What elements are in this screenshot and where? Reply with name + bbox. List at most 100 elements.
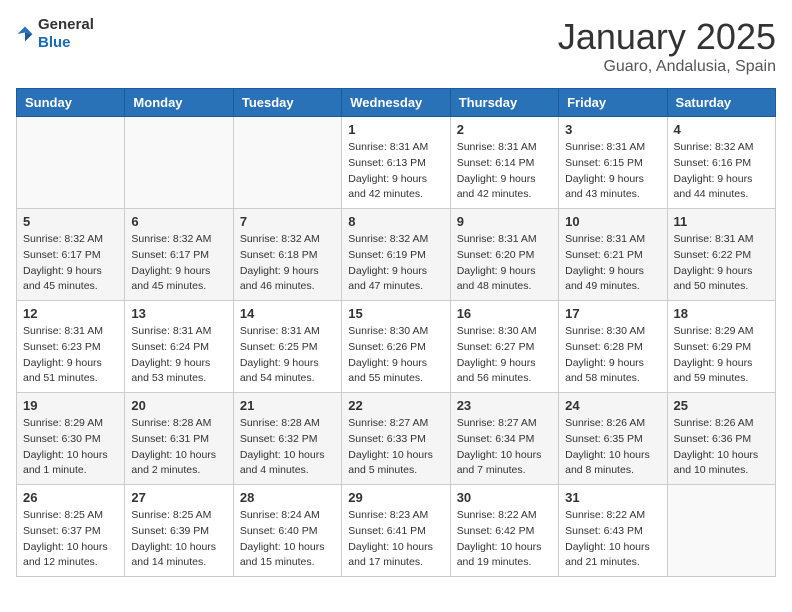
day-info: Sunrise: 8:27 AM Sunset: 6:34 PM Dayligh… [457,416,552,479]
day-info: Sunrise: 8:31 AM Sunset: 6:25 PM Dayligh… [240,324,335,387]
day-number: 11 [674,214,769,229]
calendar-cell: 13Sunrise: 8:31 AM Sunset: 6:24 PM Dayli… [125,301,233,393]
calendar-table: SundayMondayTuesdayWednesdayThursdayFrid… [16,88,776,577]
calendar-cell: 4 Sunrise: 8:32 AM Sunset: 6:16 PM Daylig… [667,117,775,209]
logo: General Blue [16,16,94,52]
calendar-cell: 20Sunrise: 8:28 AM Sunset: 6:31 PM Dayli… [125,393,233,485]
calendar-cell [233,117,341,209]
day-number: 15 [348,306,443,321]
day-number: 31 [565,490,660,505]
column-header-wednesday: Wednesday [342,89,450,117]
calendar-cell: 28 Sunrise: 8:24 AM Sunset: 6:40 PM Dayli… [233,485,341,577]
day-number: 2 [457,122,552,137]
day-info: Sunrise: 8:31 AM Sunset: 6:23 PM Dayligh… [23,324,118,387]
day-number: 29 [348,490,443,505]
day-number: 1 [348,122,443,137]
day-number: 16 [457,306,552,321]
calendar-cell [17,117,125,209]
column-header-sunday: Sunday [17,89,125,117]
calendar-cell: 10 Sunrise: 8:31 AM Sunset: 6:21 PM Dayli… [559,209,667,301]
day-number: 5 [23,214,118,229]
logo-icon [16,25,34,43]
calendar-cell: 26 Sunrise: 8:25 AM Sunset: 6:37 PM Dayli… [17,485,125,577]
column-header-monday: Monday [125,89,233,117]
day-info: Sunrise: 8:32 AM Sunset: 6:16 PM Dayligh… [674,140,769,203]
calendar-subtitle: Guaro, Andalusia, Spain [558,58,776,76]
calendar-cell [667,485,775,577]
calendar-cell: 21 Sunrise: 8:28 AM Sunset: 6:32 PM Dayli… [233,393,341,485]
calendar-cell: 30Sunrise: 8:22 AM Sunset: 6:42 PM Dayli… [450,485,558,577]
day-info: Sunrise: 8:32 AM Sunset: 6:18 PM Dayligh… [240,232,335,295]
week-row-2: 5 Sunrise: 8:32 AM Sunset: 6:17 PM Daylig… [17,209,776,301]
calendar-cell: 19Sunrise: 8:29 AM Sunset: 6:30 PM Dayli… [17,393,125,485]
calendar-cell: 24 Sunrise: 8:26 AM Sunset: 6:35 PM Dayli… [559,393,667,485]
day-number: 21 [240,398,335,413]
calendar-cell: 17 Sunrise: 8:30 AM Sunset: 6:28 PM Dayli… [559,301,667,393]
calendar-cell: 14 Sunrise: 8:31 AM Sunset: 6:25 PM Dayli… [233,301,341,393]
logo-text-blue: Blue [38,34,71,51]
day-number: 24 [565,398,660,413]
calendar-cell: 29 Sunrise: 8:23 AM Sunset: 6:41 PM Dayli… [342,485,450,577]
day-number: 6 [131,214,226,229]
calendar-cell: 6Sunrise: 8:32 AM Sunset: 6:17 PM Daylig… [125,209,233,301]
day-number: 9 [457,214,552,229]
day-info: Sunrise: 8:29 AM Sunset: 6:30 PM Dayligh… [23,416,118,479]
day-info: Sunrise: 8:26 AM Sunset: 6:35 PM Dayligh… [565,416,660,479]
day-info: Sunrise: 8:30 AM Sunset: 6:28 PM Dayligh… [565,324,660,387]
calendar-cell: 3 Sunrise: 8:31 AM Sunset: 6:15 PM Daylig… [559,117,667,209]
page-header: General Blue January 2025 Guaro, Andalus… [16,16,776,76]
day-number: 14 [240,306,335,321]
calendar-cell [125,117,233,209]
day-info: Sunrise: 8:31 AM Sunset: 6:15 PM Dayligh… [565,140,660,203]
day-info: Sunrise: 8:23 AM Sunset: 6:41 PM Dayligh… [348,508,443,571]
day-info: Sunrise: 8:22 AM Sunset: 6:43 PM Dayligh… [565,508,660,571]
day-info: Sunrise: 8:27 AM Sunset: 6:33 PM Dayligh… [348,416,443,479]
week-row-4: 19Sunrise: 8:29 AM Sunset: 6:30 PM Dayli… [17,393,776,485]
day-number: 3 [565,122,660,137]
calendar-title: January 2025 [558,16,776,58]
calendar-cell: 27 Sunrise: 8:25 AM Sunset: 6:39 PM Dayli… [125,485,233,577]
day-info: Sunrise: 8:31 AM Sunset: 6:21 PM Dayligh… [565,232,660,295]
week-row-3: 12Sunrise: 8:31 AM Sunset: 6:23 PM Dayli… [17,301,776,393]
calendar-cell: 22 Sunrise: 8:27 AM Sunset: 6:33 PM Dayli… [342,393,450,485]
calendar-cell: 12Sunrise: 8:31 AM Sunset: 6:23 PM Dayli… [17,301,125,393]
day-number: 20 [131,398,226,413]
day-number: 17 [565,306,660,321]
day-info: Sunrise: 8:28 AM Sunset: 6:32 PM Dayligh… [240,416,335,479]
day-number: 23 [457,398,552,413]
week-row-1: 1 Sunrise: 8:31 AM Sunset: 6:13 PM Daylig… [17,117,776,209]
day-info: Sunrise: 8:32 AM Sunset: 6:19 PM Dayligh… [348,232,443,295]
day-number: 26 [23,490,118,505]
week-row-5: 26 Sunrise: 8:25 AM Sunset: 6:37 PM Dayli… [17,485,776,577]
day-number: 22 [348,398,443,413]
calendar-cell: 15Sunrise: 8:30 AM Sunset: 6:26 PM Dayli… [342,301,450,393]
day-info: Sunrise: 8:32 AM Sunset: 6:17 PM Dayligh… [23,232,118,295]
column-headers: SundayMondayTuesdayWednesdayThursdayFrid… [17,89,776,117]
day-info: Sunrise: 8:24 AM Sunset: 6:40 PM Dayligh… [240,508,335,571]
day-info: Sunrise: 8:31 AM Sunset: 6:13 PM Dayligh… [348,140,443,203]
day-number: 30 [457,490,552,505]
day-info: Sunrise: 8:25 AM Sunset: 6:39 PM Dayligh… [131,508,226,571]
day-info: Sunrise: 8:30 AM Sunset: 6:27 PM Dayligh… [457,324,552,387]
day-info: Sunrise: 8:31 AM Sunset: 6:22 PM Dayligh… [674,232,769,295]
day-number: 10 [565,214,660,229]
day-number: 8 [348,214,443,229]
day-number: 25 [674,398,769,413]
column-header-saturday: Saturday [667,89,775,117]
calendar-cell: 23 Sunrise: 8:27 AM Sunset: 6:34 PM Dayli… [450,393,558,485]
day-info: Sunrise: 8:26 AM Sunset: 6:36 PM Dayligh… [674,416,769,479]
day-info: Sunrise: 8:31 AM Sunset: 6:24 PM Dayligh… [131,324,226,387]
day-number: 28 [240,490,335,505]
calendar-cell: 18 Sunrise: 8:29 AM Sunset: 6:29 PM Dayli… [667,301,775,393]
day-info: Sunrise: 8:25 AM Sunset: 6:37 PM Dayligh… [23,508,118,571]
calendar-cell: 16 Sunrise: 8:30 AM Sunset: 6:27 PM Dayli… [450,301,558,393]
column-header-tuesday: Tuesday [233,89,341,117]
day-number: 27 [131,490,226,505]
calendar-cell: 8 Sunrise: 8:32 AM Sunset: 6:19 PM Daylig… [342,209,450,301]
calendar-cell: 7Sunrise: 8:32 AM Sunset: 6:18 PM Daylig… [233,209,341,301]
calendar-cell: 9Sunrise: 8:31 AM Sunset: 6:20 PM Daylig… [450,209,558,301]
calendar-cell: 2Sunrise: 8:31 AM Sunset: 6:14 PM Daylig… [450,117,558,209]
day-number: 18 [674,306,769,321]
day-info: Sunrise: 8:29 AM Sunset: 6:29 PM Dayligh… [674,324,769,387]
day-number: 4 [674,122,769,137]
